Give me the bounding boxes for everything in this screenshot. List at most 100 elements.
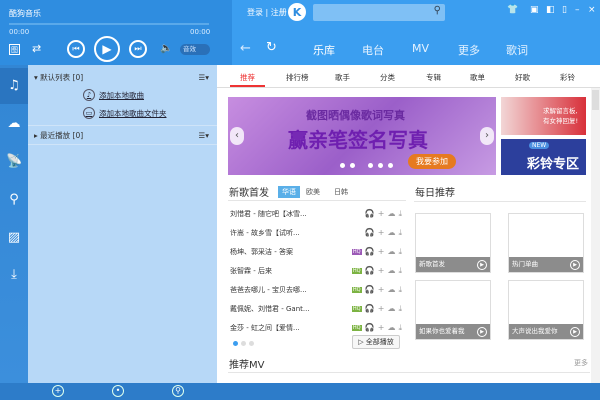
promo-message-board[interactable]: 求解留言板,有女神回复! [501,97,586,135]
playlist-default[interactable]: ▾ 默认列表 [0] ☰▾ [28,67,217,87]
scrollbar[interactable] [591,88,600,383]
nav-more[interactable]: 更多 [458,42,480,58]
promo-ringtone-zone[interactable]: NEW 彩铃专区 [501,139,586,175]
song-row[interactable]: 戴佩妮、刘惜君 - Gant... HQ 🎧+☁⤓ [230,299,405,319]
filter-chinese[interactable]: 华语 [278,186,300,198]
tab-good-songs[interactable]: 好歌 [515,72,530,83]
listen-icon[interactable]: 🎧 [365,247,378,256]
daily-card[interactable]: 热门单曲 ▶ [508,213,584,273]
cloud-icon[interactable]: ☁ [387,266,398,275]
banner-dot[interactable] [368,163,373,168]
promo-banner[interactable]: 截图晒偶像歌词写真 赢亲笔签名写真 我要参加 ‹ › [228,97,496,175]
download-icon[interactable]: ⤓ [6,267,22,283]
next-button[interactable]: ⏭ [129,40,147,58]
listen-icon[interactable]: 🎧 [365,285,378,294]
song-row[interactable]: 杨坤、郭采洁 - 答案 HQ 🎧+☁⤓ [230,242,405,262]
banner-dot[interactable] [378,163,383,168]
back-arrow-icon[interactable]: ← [240,41,251,56]
play-icon[interactable]: ▶ [477,260,487,270]
add-icon[interactable]: + [378,209,388,218]
image-icon[interactable]: ▨ [6,230,22,246]
listen-icon[interactable]: 🎧 [365,209,378,218]
add-icon[interactable]: + [378,247,388,256]
listen-icon[interactable]: 🎧 [365,323,378,332]
scrollbar-thumb[interactable] [592,90,599,110]
song-row[interactable]: 刘惜君 - 随它吧【冰雪... 🎧+☁⤓ [230,204,405,224]
menu-icon[interactable]: ☰▾ [199,73,210,82]
listen-icon[interactable]: 🎧 [365,304,378,313]
download-icon[interactable]: ⤓ [398,285,405,294]
add-local-song-link[interactable]: ♪ 添加本地歌曲 [83,89,144,101]
volume-icon[interactable]: 🔈 [160,43,172,54]
refresh-icon[interactable]: ↻ [266,40,277,55]
page-dot[interactable] [249,341,254,346]
nav-mv[interactable]: MV [412,42,429,55]
sound-effect-toggle[interactable]: 音效 [180,44,210,55]
play-all-button[interactable]: ▷ 全部播放 [352,335,400,349]
add-icon[interactable]: + [378,228,388,237]
cloud-icon[interactable]: ☁ [387,209,398,218]
song-row[interactable]: 许嵩 - 故乡雪【试听... 🎧+☁⤓ [230,223,405,243]
search-icon[interactable]: ⚲ [172,385,184,397]
mini-mode-icon[interactable]: ▣ [530,5,539,15]
banner-dot[interactable] [340,163,345,168]
download-icon[interactable]: ⤓ [398,266,405,275]
add-icon[interactable]: + [378,266,388,275]
tab-playlists[interactable]: 歌单 [470,72,485,83]
add-icon[interactable]: + [378,304,388,313]
add-icon[interactable]: + [52,385,64,397]
music-note-icon[interactable]: ♫ [6,78,22,94]
daily-card[interactable]: 如果你也爱着我 ▶ [415,280,491,340]
add-local-folder-link[interactable]: ▭ 添加本地歌曲文件夹 [83,107,167,119]
close-button[interactable]: × [588,5,596,15]
nav-lyrics[interactable]: 歌词 [506,42,528,58]
location-icon[interactable]: ⚲ [6,192,22,208]
banner-next-arrow[interactable]: › [480,127,494,145]
cloud-icon[interactable]: ☁ [6,116,22,132]
desktop-lyrics-icon[interactable]: ◧ [546,5,555,15]
download-icon[interactable]: ⤓ [398,247,405,256]
skin-icon[interactable]: 👕 [507,5,518,15]
tab-ringtones[interactable]: 彩铃 [560,72,575,83]
download-icon[interactable]: ⤓ [398,323,405,332]
page-dot[interactable] [241,341,246,346]
banner-dot[interactable] [350,163,355,168]
cloud-icon[interactable]: ☁ [387,285,398,294]
banner-prev-arrow[interactable]: ‹ [230,127,244,145]
login-register-link[interactable]: 登录 | 注册 [247,7,287,18]
listen-icon[interactable]: 🎧 [365,266,378,275]
play-icon[interactable]: ▶ [570,260,580,270]
cloud-icon[interactable]: ☁ [387,304,398,313]
nav-library[interactable]: 乐库 [313,42,335,58]
repeat-icon[interactable]: ⇄ [32,42,41,55]
add-icon[interactable]: + [378,323,388,332]
cloud-icon[interactable]: ☁ [387,228,398,237]
previous-button[interactable]: ⏮ [67,40,85,58]
locate-icon[interactable]: • [112,385,124,397]
tab-albums[interactable]: 专辑 [426,72,441,83]
menu-icon[interactable]: ☰▾ [199,131,210,140]
mobile-icon[interactable]: ▯ [562,5,567,15]
search-icon[interactable]: ⚲ [434,5,441,16]
listen-icon[interactable]: 🎧 [365,228,378,237]
tab-categories[interactable]: 分类 [380,72,395,83]
filter-jpkr[interactable]: 日韩 [330,186,352,198]
search-box[interactable]: ⚲ [313,4,445,21]
minimize-button[interactable]: – [575,5,580,15]
tab-charts[interactable]: 排行榜 [286,72,309,83]
daily-card[interactable]: 大声说出我爱你 ▶ [508,280,584,340]
play-button[interactable]: ▶ [94,36,120,62]
tab-recommend[interactable]: 推荐 [240,72,255,83]
radio-icon[interactable]: 📡 [6,154,22,170]
search-input[interactable] [313,4,423,21]
download-icon[interactable]: ⤓ [398,228,405,237]
more-link[interactable]: 更多 [574,358,588,368]
cloud-icon[interactable]: ☁ [387,323,398,332]
play-icon[interactable]: ▶ [477,327,487,337]
play-icon[interactable]: ▶ [570,327,580,337]
filter-western[interactable]: 欧美 [302,186,324,198]
playlist-recent[interactable]: ▸ 最近播放 [0] ☰▾ [28,125,217,145]
tab-singers[interactable]: 歌手 [335,72,350,83]
add-icon[interactable]: + [378,285,388,294]
banner-dot[interactable] [388,163,393,168]
